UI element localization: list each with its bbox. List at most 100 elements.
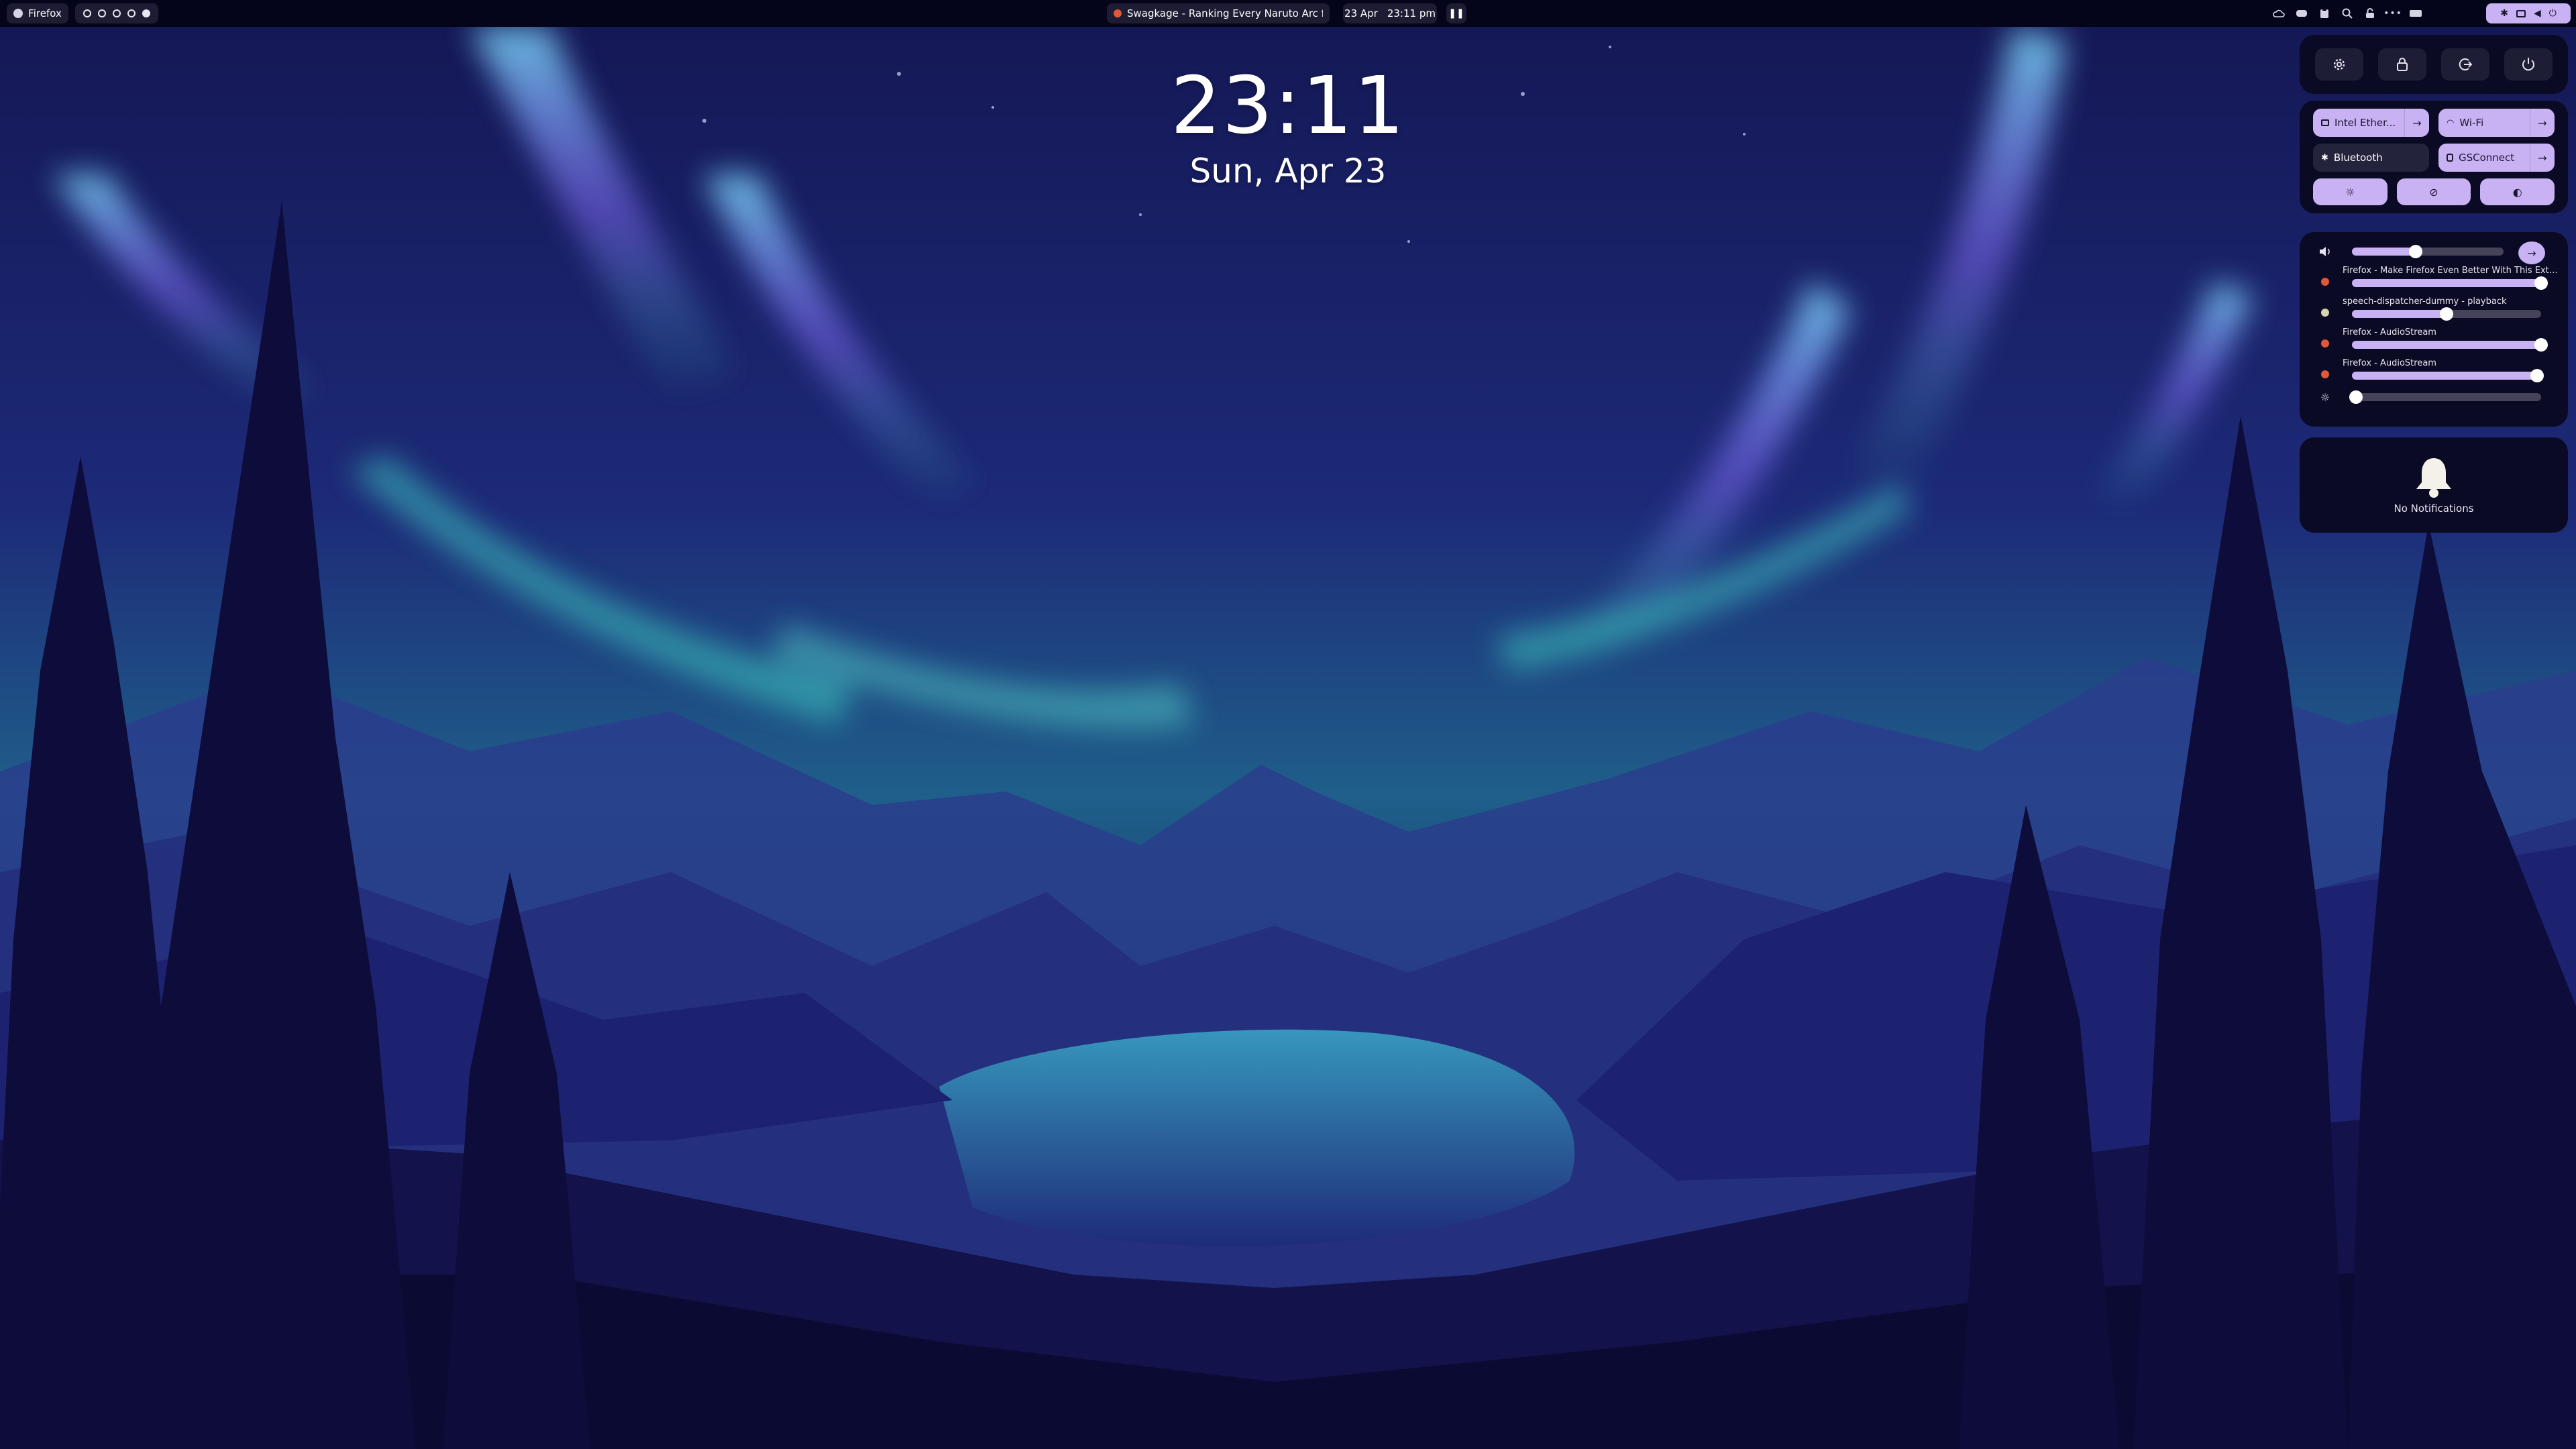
bell-icon (2416, 458, 2451, 498)
media-title-button[interactable]: Swagkage - Ranking Every Naruto Arc fro.… (1107, 3, 1330, 23)
no-notifications-text: No Notifications (2394, 502, 2474, 515)
master-volume-knob[interactable] (2408, 245, 2422, 258)
volume-icon: ◀ (2533, 8, 2541, 19)
more-icon[interactable]: ••• (2381, 3, 2404, 23)
firefox-icon (1114, 9, 1122, 17)
wifi-menu-arrow[interactable]: → (2530, 109, 2555, 137)
search-icon[interactable] (2336, 3, 2359, 23)
pause-icon: ❚❚ (1448, 8, 1464, 19)
system-tray: ••• (2267, 3, 2427, 23)
power-button[interactable] (2504, 48, 2553, 80)
quick-settings-button[interactable]: ✱ ◀ ⏻ (2486, 3, 2571, 23)
quick-toggles-panel: Intel Ether... → ◠ Wi-Fi → ✱ Bluetooth G… (2300, 101, 2568, 213)
top-bar: Firefox Swagkage - Ranking Every Naruto … (0, 0, 2576, 27)
contrast-icon: ◐ (2512, 185, 2522, 199)
dark-style-toggle[interactable]: ◐ (2480, 178, 2555, 205)
workspace-dot[interactable] (98, 9, 106, 17)
app-volume-slider[interactable] (2352, 276, 2548, 290)
app-volume-slider[interactable] (2352, 338, 2548, 352)
ethernet-toggle[interactable]: Intel Ether... → (2313, 109, 2429, 137)
app-volume-fill (2352, 279, 2541, 287)
speaker-icon (2318, 245, 2332, 258)
cloud-icon[interactable] (2267, 3, 2290, 23)
bluetooth-label: Bluetooth (2333, 152, 2383, 164)
wallpaper-aurora-mountains (0, 0, 2576, 1449)
app-volume-fill (2352, 341, 2541, 349)
firefox-icon (2318, 368, 2332, 381)
wifi-label: Wi-Fi (2459, 117, 2484, 129)
time-short: 23:11 pm (1387, 7, 1436, 19)
power-icon: ⏻ (2548, 8, 2557, 19)
brightness-slider[interactable] (2349, 390, 2541, 404)
keyboard-icon[interactable] (2404, 3, 2427, 23)
workspace-indicator[interactable] (75, 3, 158, 23)
app-volume-row: Firefox - Make Firefox Even Better With … (2313, 264, 2561, 295)
logout-button[interactable] (2441, 48, 2489, 80)
arrow-right-icon: → (2527, 246, 2536, 260)
brightness-knob[interactable] (2349, 390, 2363, 404)
app-icon (2318, 306, 2332, 319)
app-volume-row: Firefox - AudioStream (2313, 357, 2555, 388)
workspace-dot-active[interactable] (142, 9, 150, 17)
workspace-dot[interactable] (127, 9, 136, 17)
clipboard-icon[interactable] (2313, 3, 2336, 23)
play-pause-button[interactable]: ❚❚ (1446, 3, 1466, 23)
app-menu-button[interactable]: Firefox (7, 3, 68, 23)
gsconnect-menu-arrow[interactable]: → (2530, 144, 2555, 172)
power-icon (2522, 58, 2534, 71)
master-volume-slider[interactable] (2352, 245, 2504, 258)
do-not-disturb-toggle[interactable]: ⊘ (2396, 178, 2471, 205)
night-light-icon: ✱ (2500, 8, 2508, 19)
padlock-icon[interactable] (2359, 3, 2381, 23)
system-actions-panel (2300, 35, 2568, 94)
lock-icon (2397, 58, 2408, 71)
app-volume-knob[interactable] (2534, 338, 2548, 352)
bluetooth-disabled-icon: ✱ (2321, 152, 2328, 163)
app-volume-knob[interactable] (2534, 276, 2548, 290)
app-volume-label: speech-dispatcher-dummy - playback (2343, 297, 2507, 307)
gamepad-icon[interactable] (2290, 3, 2313, 23)
media-title: Swagkage - Ranking Every Naruto Arc fro.… (1127, 7, 1323, 19)
app-volume-knob[interactable] (2440, 307, 2453, 321)
app-volume-knob[interactable] (2530, 369, 2544, 382)
settings-button[interactable] (2315, 48, 2363, 80)
night-light-toggle[interactable]: ☼ (2313, 178, 2387, 205)
date-time-button[interactable]: 23 Apr 23:11 pm (1343, 3, 1437, 23)
gsconnect-toggle[interactable]: GSConnect → (2438, 144, 2555, 172)
firefox-icon (2318, 337, 2332, 350)
app-volume-row: speech-dispatcher-dummy - playback (2313, 295, 2555, 326)
workspace-dot[interactable] (113, 9, 121, 17)
app-volume-fill (2352, 310, 2447, 318)
clock-date: Sun, Apr 23 (1189, 152, 1387, 191)
ethernet-icon (2321, 119, 2329, 126)
sun-icon: ☼ (2345, 185, 2355, 199)
volume-panel: → Firefox - Make Firefox Even Better Wit… (2300, 232, 2568, 427)
ethernet-label: Intel Ether... (2334, 117, 2396, 129)
arrow-right-icon: → (2538, 116, 2547, 129)
app-volume-slider[interactable] (2352, 307, 2541, 321)
app-volume-label: Firefox - AudioStream (2343, 358, 2436, 368)
wifi-icon: ◠ (2447, 117, 2455, 128)
app-volume-row: Firefox - AudioStream (2313, 326, 2555, 357)
display-icon (2516, 9, 2526, 17)
firefox-icon (2318, 275, 2332, 288)
app-volume-label: Firefox - AudioStream (2343, 327, 2436, 337)
workspace-dot[interactable] (83, 9, 91, 17)
bluetooth-toggle[interactable]: ✱ Bluetooth (2313, 144, 2429, 172)
wifi-toggle[interactable]: ◠ Wi-Fi → (2438, 109, 2555, 137)
brightness-icon: ☼ (2320, 390, 2330, 404)
brightness-row: ☼ (2313, 388, 2555, 408)
gsconnect-label: GSConnect (2459, 152, 2515, 164)
app-volume-fill (2352, 372, 2538, 380)
arrow-right-icon: → (2412, 116, 2422, 129)
master-volume-row: → (2313, 241, 2555, 264)
date-short: 23 Apr (1344, 7, 1378, 19)
alarm-off-icon: ⊘ (2429, 185, 2438, 199)
app-volume-slider[interactable] (2352, 369, 2544, 382)
arrow-right-icon: → (2538, 151, 2547, 164)
lock-button[interactable] (2378, 48, 2426, 80)
volume-menu-button[interactable]: → (2518, 241, 2545, 264)
phone-link-icon (2447, 154, 2453, 162)
master-volume-fill (2352, 248, 2416, 256)
ethernet-menu-arrow[interactable]: → (2404, 109, 2429, 137)
